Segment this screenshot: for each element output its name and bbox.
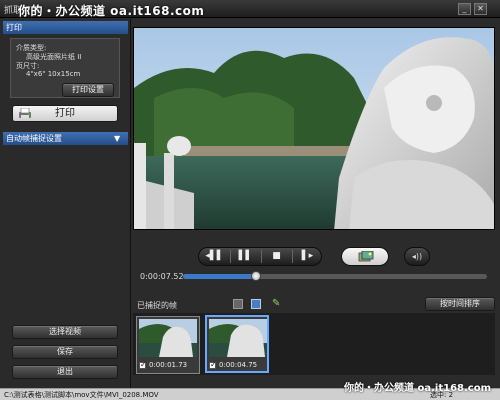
status-bar: C:\测试表格\测试脚本\mov文件\MVI_0208.MOV 你的・办公频道 … xyxy=(0,383,500,400)
select-video-button[interactable]: 选择视频 xyxy=(12,325,118,339)
stop-icon[interactable]: ■ xyxy=(261,248,292,265)
file-path: C:\测试表格\测试脚本\mov文件\MVI_0208.MOV xyxy=(4,391,159,399)
frame-time-2: 0:00:04.75 xyxy=(219,361,258,369)
next-frame-icon[interactable]: ▌▸ xyxy=(292,248,323,265)
selected-count: 选中: 2 xyxy=(430,391,454,399)
auto-capture-label: 自动帧捕捉设置 xyxy=(6,134,62,143)
seek-progress xyxy=(183,274,256,279)
save-button[interactable]: 保存 xyxy=(12,345,118,359)
pause-icon[interactable]: ▌▌ xyxy=(230,248,261,265)
captured-frames-list: 0:00:01.73 0:00:04.75 xyxy=(133,313,495,375)
seek-handle[interactable] xyxy=(251,271,261,281)
page-size-value: 4"x6" 10x15cm xyxy=(26,70,81,78)
video-preview[interactable] xyxy=(133,27,495,230)
capture-frame-icon xyxy=(358,251,374,262)
frame-time-1: 0:00:01.73 xyxy=(149,361,188,369)
exit-button[interactable]: 退出 xyxy=(12,365,118,379)
frame-checkbox-1[interactable] xyxy=(139,360,147,369)
capture-frame-button[interactable] xyxy=(341,247,389,266)
eraser-icon[interactable]: ✎ xyxy=(272,298,284,310)
transport-controls: ◂▌▌ ▌▌ ■ ▌▸ xyxy=(198,247,322,266)
minimize-button[interactable]: _ xyxy=(458,3,471,15)
close-button[interactable]: ✕ xyxy=(474,3,487,15)
video-frame-image xyxy=(134,28,494,229)
sort-by-time-button[interactable]: 按时间排序 xyxy=(425,297,495,311)
frame-thumbnail-1[interactable]: 0:00:01.73 xyxy=(136,316,200,374)
watermark-top: 你的・办公频道 oa.it168.com xyxy=(18,4,205,18)
print-button-label: 打印 xyxy=(55,108,75,119)
volume-icon[interactable]: ◂)) xyxy=(404,247,430,266)
printer-icon xyxy=(19,108,31,118)
frame-thumbnail-2[interactable]: 0:00:04.75 xyxy=(205,315,269,373)
frame-thumbnail-image xyxy=(139,319,197,357)
auto-capture-header[interactable]: 自动帧捕捉设置 xyxy=(3,132,128,145)
print-section-header: 打印 xyxy=(3,21,128,34)
captured-frames-label: 已捕捉的帧 xyxy=(137,301,177,310)
watermark-bottom: 你的・办公频道 oa.it168.com xyxy=(344,383,491,394)
grid-view-icon[interactable] xyxy=(251,299,261,309)
current-time: 0:00:07.52 xyxy=(140,272,184,281)
frame-thumbnail-image xyxy=(209,319,267,357)
prev-frame-icon[interactable]: ◂▌▌ xyxy=(199,248,230,265)
list-view-icon[interactable] xyxy=(233,299,243,309)
chevron-down-icon[interactable]: ▼ xyxy=(114,134,123,143)
frame-checkbox-2[interactable] xyxy=(209,360,217,369)
print-settings-button[interactable]: 打印设置 xyxy=(62,83,114,97)
